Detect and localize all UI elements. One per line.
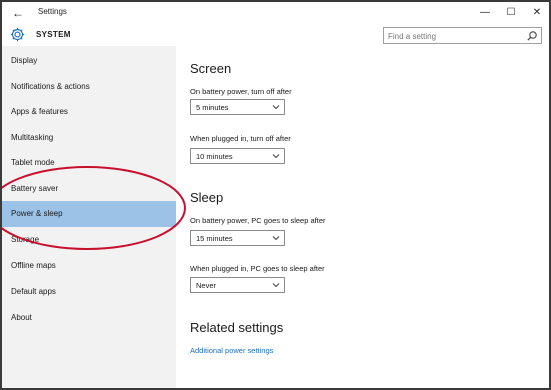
sidebar-item-about[interactable]: About	[2, 305, 176, 331]
sleep-plugged-dropdown[interactable]: Never	[190, 277, 285, 293]
chevron-down-icon	[272, 105, 280, 110]
chevron-down-icon	[272, 236, 280, 241]
search-icon[interactable]	[526, 30, 538, 42]
sidebar-item-offline-maps[interactable]: Offline maps	[2, 253, 176, 279]
sidebar-item-multitasking[interactable]: Multitasking	[2, 125, 176, 151]
sidebar-item-default-apps[interactable]: Default apps	[2, 279, 176, 305]
maximize-button[interactable]: ☐	[498, 4, 524, 22]
sidebar: Display Notifications & actions Apps & f…	[2, 46, 176, 388]
section-title: SYSTEM	[36, 30, 71, 39]
sidebar-item-apps-features[interactable]: Apps & features	[2, 99, 176, 125]
search-input[interactable]	[388, 30, 518, 42]
close-button[interactable]: ✕	[524, 4, 549, 22]
additional-power-settings-link[interactable]: Additional power settings	[190, 346, 273, 355]
sidebar-item-tablet-mode[interactable]: Tablet mode	[2, 150, 176, 176]
settings-window: ← Settings — ☐ ✕ SYSTEM Display Notifica…	[0, 0, 551, 390]
screen-plugged-label: When plugged in, turn off after	[190, 134, 291, 143]
sleep-battery-value: 15 minutes	[196, 234, 233, 243]
back-button[interactable]: ←	[8, 4, 28, 22]
main-content: Screen On battery power, turn off after …	[176, 46, 549, 388]
page-header: SYSTEM	[2, 24, 549, 46]
sleep-battery-label: On battery power, PC goes to sleep after	[190, 216, 326, 225]
sleep-battery-dropdown[interactable]: 15 minutes	[190, 230, 285, 246]
screen-heading: Screen	[190, 61, 232, 76]
screen-plugged-dropdown[interactable]: 10 minutes	[190, 148, 285, 164]
minimize-button[interactable]: —	[472, 4, 498, 22]
chevron-down-icon	[272, 154, 280, 159]
window-title: Settings	[38, 7, 67, 16]
screen-battery-value: 5 minutes	[196, 103, 229, 112]
sidebar-item-display[interactable]: Display	[2, 48, 176, 74]
sidebar-item-battery-saver[interactable]: Battery saver	[2, 176, 176, 202]
sidebar-item-power-sleep[interactable]: Power & sleep	[2, 201, 176, 227]
sleep-plugged-label: When plugged in, PC goes to sleep after	[190, 264, 325, 273]
sleep-plugged-value: Never	[196, 281, 217, 290]
search-box[interactable]	[383, 27, 542, 44]
gear-icon	[10, 27, 25, 42]
screen-battery-label: On battery power, turn off after	[190, 87, 292, 96]
related-settings-heading: Related settings	[190, 320, 284, 335]
sleep-heading: Sleep	[190, 190, 224, 205]
screen-plugged-value: 10 minutes	[196, 152, 233, 161]
screen-battery-dropdown[interactable]: 5 minutes	[190, 99, 285, 115]
sidebar-item-storage[interactable]: Storage	[2, 227, 176, 253]
chevron-down-icon	[272, 283, 280, 288]
title-bar: ← Settings — ☐ ✕	[2, 2, 549, 24]
sidebar-item-notifications[interactable]: Notifications & actions	[2, 74, 176, 100]
